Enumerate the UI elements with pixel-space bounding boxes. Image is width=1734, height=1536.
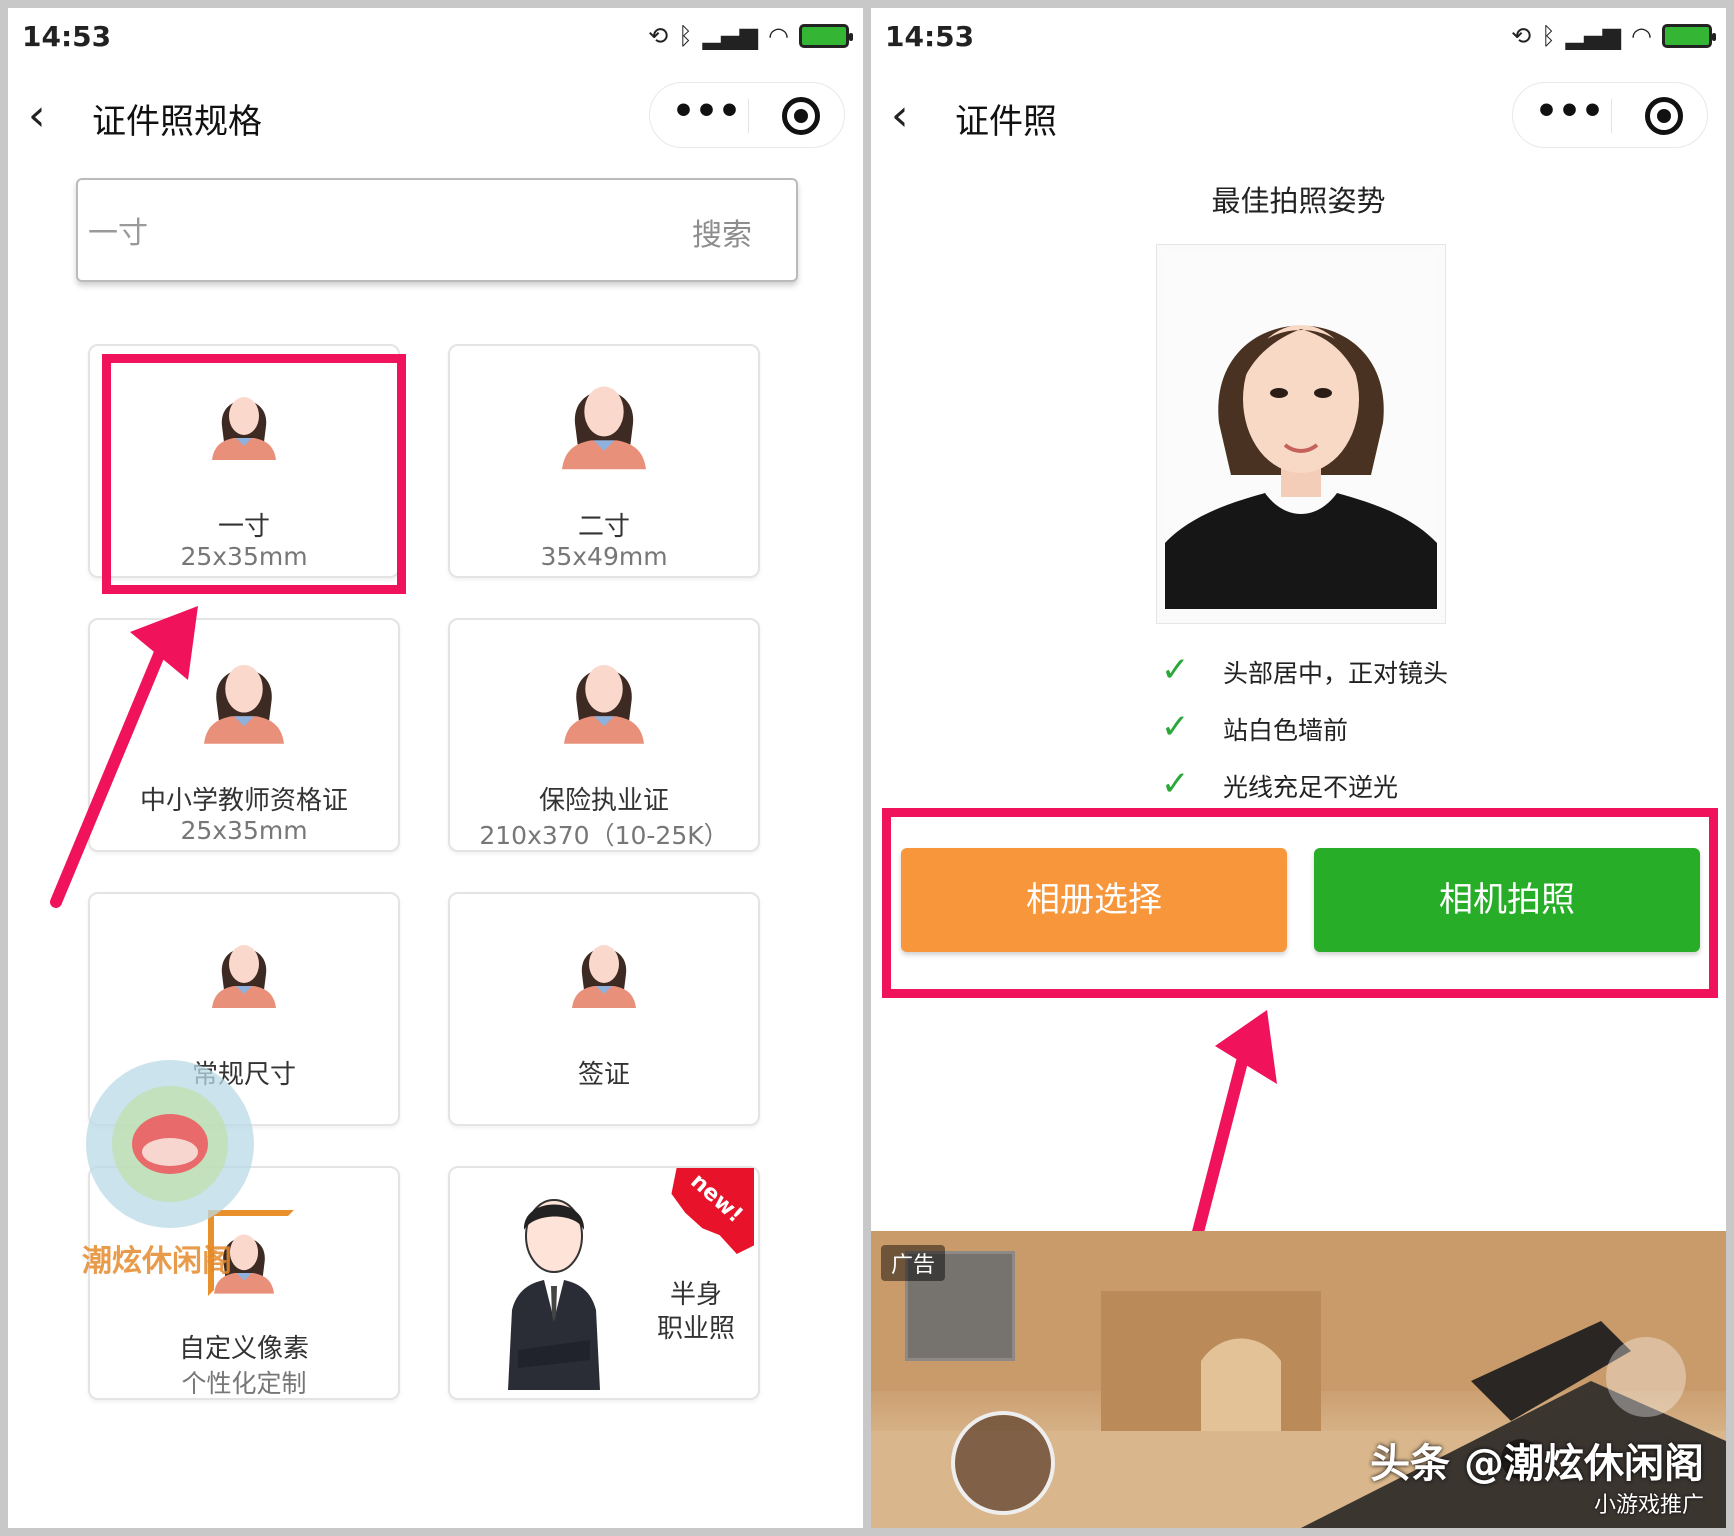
more-icon[interactable]: ••• [1535, 93, 1604, 137]
status-bar: 14:53 ⟲ ᛒ ▂▄▆ ◠ [871, 8, 1726, 64]
avatar-male-suit-icon [508, 1199, 600, 1390]
check-icon: ✓ [1161, 707, 1190, 747]
card-size: 210x370（10-25K） [479, 821, 729, 850]
tip-text: 站白色墙前 [1223, 716, 1349, 745]
tip-text: 光线充足不逆光 [1223, 773, 1399, 802]
close-mini-program-icon[interactable] [782, 97, 820, 135]
check-icon: ✓ [1161, 764, 1190, 804]
highlight-box [882, 808, 1718, 998]
capsule-divider [748, 99, 749, 133]
search-button[interactable]: 搜索 [692, 210, 752, 254]
signal-icon: ▂▄▆ [702, 22, 759, 50]
pose-title: 最佳拍照姿势 [1211, 184, 1386, 218]
avatar-female-icon [564, 665, 644, 744]
battery-icon [799, 24, 853, 48]
card-name: 保险执业证 [538, 786, 669, 816]
bluetooth-icon: ᛒ [678, 22, 693, 50]
status-icons: ⟲ ᛒ ▂▄▆ ◠ [648, 22, 853, 50]
left-screen: 14:53 ⟲ ᛒ ▂▄▆ ◠ ‹ 证件照规格 ••• 一寸 搜索 一寸 25x… [8, 8, 863, 1528]
spec-card-6[interactable]: 签证 [448, 892, 760, 1126]
search-input[interactable]: 一寸 [88, 208, 148, 252]
mini-program-capsule: ••• [1512, 82, 1708, 148]
new-badge: new! [671, 1168, 754, 1254]
battery-icon [1662, 24, 1716, 48]
card-name: 半身 职业照 [656, 1280, 735, 1344]
status-time: 14:53 [22, 20, 112, 53]
tip-item: ✓ 头部居中，正对镜头 [1161, 648, 1581, 696]
spec-card-4[interactable]: 保险执业证 210x370（10-25K） [448, 618, 760, 852]
watermark-logo-icon [86, 1060, 254, 1228]
wifi-icon: ◠ [1631, 22, 1652, 50]
sync-icon: ⟲ [648, 22, 669, 50]
page-title: 证件照 [955, 102, 1057, 142]
ad-label[interactable]: 广告 [881, 1245, 946, 1281]
more-icon[interactable]: ••• [672, 93, 741, 137]
tip-item: ✓ 站白色墙前 [1161, 705, 1581, 753]
avatar-female-icon [562, 386, 646, 470]
game-ad-banner[interactable]: 广告 头条 @潮炫休闲阁 小游戏推广 [871, 1231, 1726, 1528]
page-title: 证件照规格 [92, 102, 262, 142]
new-badge-text: new! [685, 1168, 748, 1229]
watermark-text: 潮炫休闲阁 [82, 1244, 232, 1279]
tip-text: 头部居中，正对镜头 [1223, 659, 1449, 688]
avatar-female-icon [212, 945, 276, 1008]
status-icons: ⟲ ᛒ ▂▄▆ ◠ [1511, 22, 1716, 50]
nav-bar: ‹ 证件照 ••• [871, 68, 1726, 164]
check-icon: ✓ [1161, 650, 1190, 690]
ad-sub-text: 小游戏推广 [1593, 1493, 1704, 1518]
capsule-divider [1611, 99, 1612, 133]
sync-icon: ⟲ [1511, 22, 1532, 50]
right-screen: 14:53 ⟲ ᛒ ▂▄▆ ◠ ‹ 证件照 ••• 最佳拍照姿势 ✓ 头部居中，… [871, 8, 1726, 1528]
spec-card-8[interactable]: 半身 职业照 new! [448, 1166, 760, 1400]
status-bar: 14:53 ⟲ ᛒ ▂▄▆ ◠ [8, 8, 863, 64]
ad-joystick [951, 1411, 1055, 1515]
spec-card-2[interactable]: 二寸 35x49mm [448, 344, 760, 578]
highlight-box [102, 354, 406, 594]
card-name: 二寸 [577, 512, 630, 542]
signal-icon: ▂▄▆ [1565, 22, 1622, 50]
close-mini-program-icon[interactable] [1645, 97, 1683, 135]
wifi-icon: ◠ [768, 22, 789, 50]
back-icon[interactable]: ‹ [891, 92, 939, 140]
status-time: 14:53 [885, 20, 975, 53]
back-icon[interactable]: ‹ [28, 92, 76, 140]
nav-bar: ‹ 证件照规格 ••• [8, 68, 863, 164]
tip-item: ✓ 光线充足不逆光 [1161, 762, 1581, 810]
card-name: 自定义像素 [178, 1334, 309, 1364]
sample-photo-frame [1156, 244, 1446, 624]
avatar-female-icon [572, 945, 636, 1008]
card-name: 签证 [577, 1060, 630, 1090]
search-box[interactable]: 一寸 搜索 [76, 178, 798, 282]
card-size: 个性化定制 [181, 1369, 307, 1398]
mini-program-capsule: ••• [649, 82, 845, 148]
card-size: 35x49mm [540, 542, 668, 571]
bluetooth-icon: ᛒ [1541, 22, 1556, 50]
pointer-arrow-icon [50, 606, 198, 908]
ad-watermark-text: 头条 @潮炫休闲阁 [1370, 1441, 1704, 1487]
sample-portrait-photo [1165, 253, 1437, 609]
